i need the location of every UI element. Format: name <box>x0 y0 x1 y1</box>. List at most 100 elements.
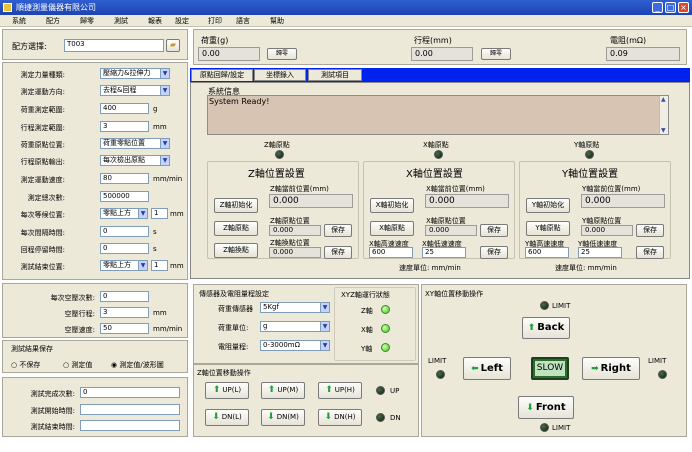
x-speed-unit: 速度單位: mm/min <box>399 264 461 272</box>
z-down-mid-button[interactable]: ⬇ DN(M) <box>261 409 305 426</box>
x-status-label: X軸 <box>361 326 373 334</box>
z-origin-save-button[interactable]: 保存 <box>324 224 352 237</box>
sensor-unit-select[interactable]: g ▼ <box>260 321 330 332</box>
param-label: 每次間隔時間: <box>20 229 65 237</box>
chevron-down-icon: ▼ <box>160 69 169 78</box>
z-up-lamp <box>376 386 385 395</box>
param-unit: mm <box>153 123 167 131</box>
x-speed-save-button[interactable]: 保存 <box>480 246 508 259</box>
air-input[interactable]: 0 <box>100 291 149 302</box>
param-input[interactable]: 80 <box>100 173 149 184</box>
param-label: 測試結束位置: <box>20 263 65 271</box>
z-down-low-button[interactable]: ⬇ DN(L) <box>205 409 249 426</box>
z-origin-button[interactable]: Z軸原點 <box>214 221 258 236</box>
z-down-high-button[interactable]: ⬇ DN(H) <box>318 409 362 426</box>
x-low-speed-input[interactable]: 25 <box>422 247 466 258</box>
z-goto-button[interactable]: Z軸換點 <box>214 243 258 258</box>
param-input[interactable]: 500000 <box>100 191 149 202</box>
back-button[interactable]: ⬆ Back <box>522 317 570 339</box>
recipe-input[interactable]: T003 <box>64 39 164 52</box>
param-label: 荷重測定範圍: <box>20 106 65 114</box>
param-select[interactable]: 壓縮力&拉伸力 ▼ <box>100 68 170 79</box>
arrow-right-icon: ➡ <box>591 364 599 374</box>
x-init-button[interactable]: X軸初始化 <box>370 198 414 213</box>
param-offset-input[interactable]: 1 <box>151 208 168 219</box>
param-select[interactable]: 每次檢出原點 ▼ <box>100 155 170 166</box>
param-input[interactable]: 0 <box>100 243 149 254</box>
y-speed-save-button[interactable]: 保存 <box>636 246 664 259</box>
z-up-mid-button[interactable]: ⬆ UP(M) <box>261 382 305 399</box>
sensor-title: 傳感器及電阻量程設定 <box>199 290 269 298</box>
z-init-button[interactable]: Z軸初始化 <box>214 198 258 213</box>
menu-recipe[interactable]: 配方 <box>46 15 60 27</box>
right-button[interactable]: ➡ Right <box>582 357 640 380</box>
close-button[interactable]: × <box>678 2 689 13</box>
scroll-down-icon[interactable]: ▼ <box>661 127 666 134</box>
xy-move-panel: XY軸位置移動操作 LIMIT ⬆ Back LIMIT ⬅ Left SLOW ➡… <box>421 284 687 437</box>
tab-test-items[interactable]: 測試項目 <box>308 69 362 81</box>
y-low-speed-input[interactable]: 25 <box>578 247 622 258</box>
save-option-value[interactable]: ○ 測定值 <box>63 360 92 370</box>
menu-report[interactable]: 報表 <box>148 15 162 27</box>
param-input[interactable]: 0 <box>100 226 149 237</box>
y-high-speed-input[interactable]: 600 <box>525 247 569 258</box>
load-zero-button[interactable]: 歸零 <box>267 48 297 60</box>
front-limit-label: LIMIT <box>552 424 571 432</box>
menu-help[interactable]: 幫助 <box>270 15 284 27</box>
tab-coordinate-entry[interactable]: 坐標錄入 <box>254 69 306 81</box>
param-select[interactable]: 零點上方 ▼ <box>100 208 148 219</box>
sensor-load-select[interactable]: 5Kgf ▼ <box>260 302 330 313</box>
y-origin-label: Y軸原點 <box>574 141 600 149</box>
param-label: 行程原點輸出: <box>20 158 65 166</box>
front-limit-lamp <box>540 423 549 432</box>
scroll-up-icon[interactable]: ▲ <box>661 96 666 103</box>
y-axis-group: Y軸位置設置 Y軸初始化 Y軸當前位置(mm) 0.000 Y軸原點 Y軸原點位… <box>519 161 671 259</box>
slow-toggle[interactable]: SLOW <box>531 357 569 380</box>
y-origin-pos-display: 0.000 <box>581 225 633 236</box>
z-origin-pos-display: 0.000 <box>269 225 321 236</box>
z-up-low-button[interactable]: ⬆ UP(L) <box>205 382 249 399</box>
front-button[interactable]: ⬇ Front <box>518 396 574 419</box>
param-label: 測定運動方向: <box>20 88 65 96</box>
air-unit: mm <box>153 309 167 317</box>
air-input[interactable]: 3 <box>100 307 149 318</box>
tab-origin-setting[interactable]: 原點回歸/設定 <box>191 69 253 81</box>
x-current-label: X軸當前位置(mm) <box>426 185 485 193</box>
param-unit: s <box>153 228 157 236</box>
z-up-high-button[interactable]: ⬆ UP(H) <box>318 382 362 399</box>
x-origin-button[interactable]: X軸原點 <box>370 221 414 236</box>
stroke-label: 行程(mm) <box>414 36 452 45</box>
menu-language[interactable]: 語言 <box>236 15 250 27</box>
param-input[interactable]: 400 <box>100 103 149 114</box>
param-select[interactable]: 零點上方 ▼ <box>100 260 148 271</box>
x-high-speed-input[interactable]: 600 <box>369 247 413 258</box>
arrow-left-icon: ⬅ <box>471 364 479 374</box>
y-init-button[interactable]: Y軸初始化 <box>526 198 570 213</box>
save-option-none[interactable]: ○ 不保存 <box>11 360 40 370</box>
menu-test[interactable]: 測試 <box>114 15 128 27</box>
y-origin-save-button[interactable]: 保存 <box>636 224 664 237</box>
menu-print[interactable]: 打印 <box>208 15 222 27</box>
left-button[interactable]: ⬅ Left <box>463 357 511 380</box>
save-option-value-wave[interactable]: ◉ 測定值/波形圖 <box>111 360 164 370</box>
param-input[interactable]: 3 <box>100 121 149 132</box>
param-select[interactable]: 荷重零點位置 ▼ <box>100 138 170 149</box>
z-goto-save-button[interactable]: 保存 <box>324 246 352 259</box>
open-folder-button[interactable]: ▰ <box>166 39 180 52</box>
param-offset-input[interactable]: 1 <box>151 260 168 271</box>
x-current-display: 0.000 <box>425 194 509 208</box>
stroke-zero-button[interactable]: 歸零 <box>481 48 511 60</box>
param-label: 行程測定範圍: <box>20 124 65 132</box>
maximize-button[interactable]: □ <box>665 2 676 13</box>
sensor-range-select[interactable]: 0-3000mΩ ▼ <box>260 340 330 351</box>
system-info-scrollbar[interactable]: ▲ ▼ <box>659 96 668 134</box>
minimize-button[interactable]: _ <box>652 2 663 13</box>
air-input[interactable]: 50 <box>100 323 149 334</box>
x-origin-save-button[interactable]: 保存 <box>480 224 508 237</box>
menu-zero[interactable]: 歸零 <box>80 15 94 27</box>
menu-settings[interactable]: 設定 <box>175 15 189 27</box>
param-label: 測定總次數: <box>27 194 65 202</box>
menu-system[interactable]: 系統 <box>12 15 26 27</box>
y-origin-button[interactable]: Y軸原點 <box>526 221 570 236</box>
param-select[interactable]: 去程&回程 ▼ <box>100 85 170 96</box>
